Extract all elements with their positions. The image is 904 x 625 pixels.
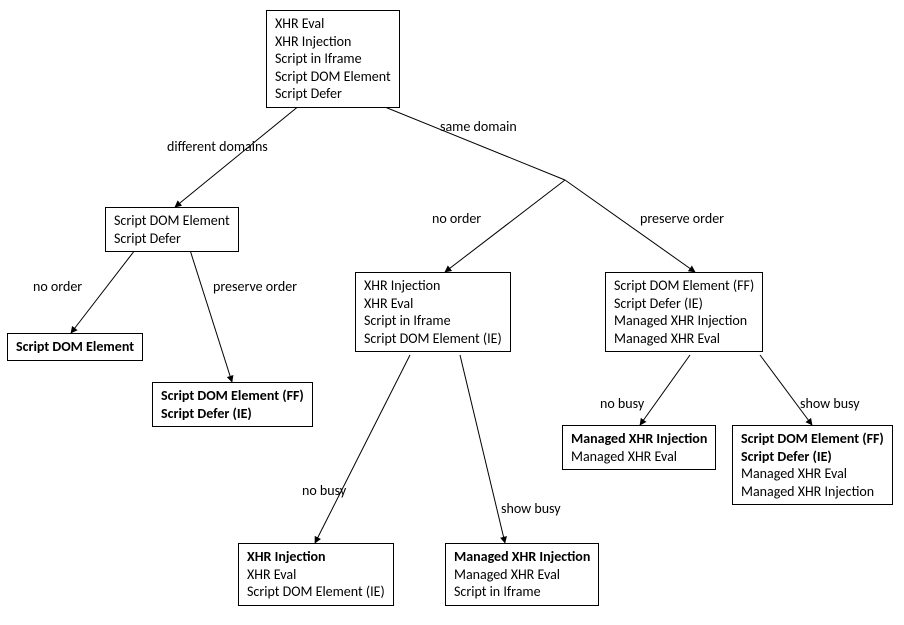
edge-label-sd-no-order: no order: [432, 210, 481, 227]
node-line: Script in Iframe: [454, 583, 590, 601]
node-line: Managed XHR Injection: [571, 430, 707, 448]
edge-label-sdn-show-busy: show busy: [501, 500, 561, 517]
node-line: Script DOM Element (IE): [247, 583, 385, 601]
node-line: Managed XHR Eval: [454, 566, 590, 584]
node-diff-domain: Script DOM ElementScript Defer: [105, 207, 239, 252]
node-line: Managed XHR Injection: [454, 548, 590, 566]
node-line: Managed XHR Eval: [614, 330, 754, 348]
node-line: XHR Injection: [364, 277, 502, 295]
node-root: XHR EvalXHR InjectionScript in IframeScr…: [266, 10, 400, 108]
node-line: Script Defer (IE): [614, 295, 754, 313]
edge-label-sdn-no-busy: no busy: [302, 482, 346, 499]
node-line: Script in Iframe: [275, 50, 391, 68]
node-line: Script DOM Element: [114, 212, 230, 230]
node-line: Script DOM Element (FF): [741, 430, 884, 448]
node-sd-preserve-order: Script DOM Element (FF)Script Defer (IE)…: [605, 272, 763, 352]
node-sdn-show-busy: Managed XHR InjectionManaged XHR EvalScr…: [445, 543, 599, 606]
node-line: Managed XHR Eval: [741, 465, 884, 483]
node-line: Script DOM Element (FF): [161, 387, 304, 405]
node-sd-no-order: XHR InjectionXHR EvalScript in IframeScr…: [355, 272, 511, 352]
edge-label-sdp-no-busy: no busy: [600, 395, 644, 412]
edge-label-sdp-show-busy: show busy: [800, 395, 860, 412]
node-line: Script DOM Element: [275, 68, 391, 86]
decision-tree-diagram: { "nodes": { "root": { "lines": [ {"text…: [0, 0, 904, 625]
node-line: Managed XHR Injection: [614, 312, 754, 330]
node-line: Script Defer (IE): [741, 448, 884, 466]
node-line: Script Defer: [114, 230, 230, 248]
node-line: XHR Eval: [364, 295, 502, 313]
edge-label-dd-preserve-order: preserve order: [213, 278, 297, 295]
edge-label-sd-preserve-order: preserve order: [640, 210, 724, 227]
node-line: Managed XHR Injection: [741, 483, 884, 501]
node-line: XHR Injection: [275, 33, 391, 51]
node-sdp-no-busy: Managed XHR InjectionManaged XHR Eval: [562, 425, 716, 470]
edge-label-same-domain: same domain: [440, 118, 517, 135]
node-dd-no-order: Script DOM Element: [7, 333, 143, 361]
node-line: XHR Eval: [247, 566, 385, 584]
node-line: Script DOM Element: [16, 338, 134, 356]
node-line: XHR Injection: [247, 548, 385, 566]
node-line: Script DOM Element (FF): [614, 277, 754, 295]
node-line: Script DOM Element (IE): [364, 330, 502, 348]
node-line: Script Defer: [275, 85, 391, 103]
node-sdp-show-busy: Script DOM Element (FF)Script Defer (IE)…: [732, 425, 893, 505]
node-line: Script in Iframe: [364, 312, 502, 330]
edge-label-dd-no-order: no order: [33, 278, 82, 295]
edge-label-different-domains: different domains: [167, 138, 268, 155]
node-dd-preserve-order: Script DOM Element (FF)Script Defer (IE): [152, 382, 313, 427]
node-line: XHR Eval: [275, 15, 391, 33]
node-line: Managed XHR Eval: [571, 448, 707, 466]
node-line: Script Defer (IE): [161, 405, 304, 423]
node-sdn-no-busy: XHR InjectionXHR EvalScript DOM Element …: [238, 543, 394, 606]
